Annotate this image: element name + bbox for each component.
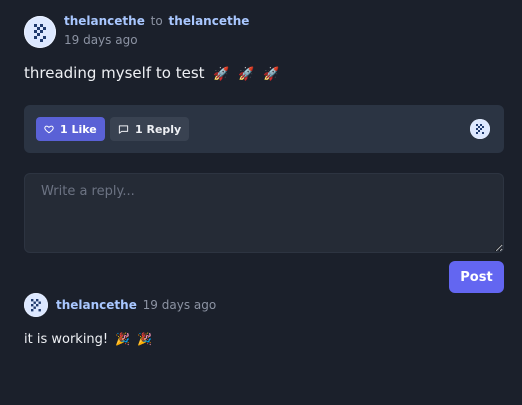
like-count-label: 1 Like	[60, 122, 97, 136]
heart-outline-icon	[44, 124, 54, 134]
post-body: threading myself to test 🚀 🚀 🚀	[24, 63, 279, 85]
rocket-emoji: 🚀	[238, 67, 255, 82]
reply-text: it is working!	[24, 332, 109, 347]
post-author-link[interactable]: thelancethe	[64, 14, 145, 28]
party-popper-emoji: 🎉	[137, 332, 153, 346]
participant-avatar[interactable]	[470, 119, 490, 139]
post-reply-button[interactable]: Post	[449, 261, 504, 293]
speech-bubble-icon	[118, 124, 129, 135]
reply-author-link[interactable]: thelancethe	[56, 298, 137, 312]
rocket-emoji: 🚀	[263, 67, 280, 82]
post-author-avatar[interactable]	[24, 16, 56, 48]
post-recipient-link[interactable]: thelancethe	[169, 14, 250, 28]
post-action-bar: 1 Like 1 Reply	[24, 105, 504, 153]
rocket-emoji: 🚀	[213, 67, 230, 82]
reply-meta: thelancethe 19 days ago	[56, 297, 216, 313]
post-text: threading myself to test	[24, 64, 205, 82]
reply-body: it is working! 🎉 🎉	[24, 330, 152, 349]
post-meta: thelancethe to thelancethe	[64, 13, 249, 29]
party-popper-emoji: 🎉	[115, 332, 131, 346]
reply-count-label: 1 Reply	[135, 122, 182, 136]
thread-view: thelancethe to thelancethe 19 days ago t…	[0, 0, 522, 405]
reply-timestamp: 19 days ago	[142, 298, 217, 312]
reply-author-avatar[interactable]	[24, 293, 48, 317]
to-word: to	[150, 14, 163, 28]
like-button[interactable]: 1 Like	[36, 117, 105, 141]
reply-count-button[interactable]: 1 Reply	[110, 117, 190, 141]
post-timestamp: 19 days ago	[64, 33, 138, 47]
reply-textarea[interactable]	[24, 173, 504, 253]
